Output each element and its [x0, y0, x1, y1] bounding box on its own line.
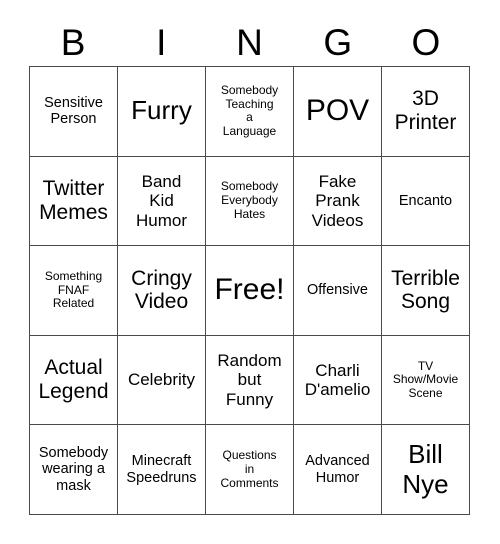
bingo-cell-label: Encanto — [398, 192, 453, 209]
bingo-cell-label: Somebody wearing a mask — [38, 444, 109, 494]
bingo-cell-r3c2[interactable]: Cringy Video — [118, 246, 206, 336]
bingo-cell-label: 3D Printer — [394, 87, 457, 135]
bingo-cell-label: Random but Funny — [217, 351, 282, 409]
bingo-cell-label: Charli D'amelio — [304, 360, 371, 400]
bingo-cell-label: Minecraft Speedruns — [126, 453, 197, 486]
bingo-cell-label: Offensive — [307, 282, 368, 299]
bingo-cell-label: Twitter Memes — [39, 176, 108, 224]
bingo-cell-label: TV Show/Movie Scene — [392, 358, 459, 400]
bingo-cell-label: Advanced Humor — [305, 453, 370, 486]
bingo-cell-r2c4[interactable]: Fake Prank Videos — [294, 156, 382, 247]
bingo-cell-free-space[interactable]: Free! — [206, 246, 294, 336]
bingo-cell-label: Something FNAF Related — [44, 268, 103, 311]
bingo-header-letter-g: G — [323, 21, 353, 63]
bingo-cell-r4c1[interactable]: Actual Legend — [30, 335, 118, 426]
bingo-cell-label: POV — [305, 94, 370, 128]
bingo-cell-r2c3[interactable]: Somebody Everybody Hates — [206, 156, 294, 247]
bingo-cell-r5c3[interactable]: Questions in Comments — [206, 425, 294, 515]
bingo-header-letter-n: N — [236, 21, 263, 63]
bingo-cell-r2c1[interactable]: Twitter Memes — [30, 156, 118, 247]
bingo-cell-label: Somebody Everybody Hates — [220, 179, 279, 221]
bingo-cell-r1c4[interactable]: POV — [294, 67, 382, 157]
bingo-cell-label: Celebrity — [127, 370, 196, 390]
bingo-cell-r2c2[interactable]: Band Kid Humor — [118, 156, 206, 247]
bingo-cell-r3c5[interactable]: Terrible Song — [382, 246, 470, 336]
bingo-cell-r3c4[interactable]: Offensive — [294, 246, 382, 336]
bingo-header: B I N G O — [29, 18, 470, 66]
bingo-cell-label: Questions in Comments — [220, 448, 279, 490]
bingo-cell-r5c5[interactable]: Bill Nye — [382, 425, 470, 515]
bingo-header-letter-i: I — [156, 21, 167, 63]
bingo-cell-label: Actual Legend — [38, 356, 109, 404]
bingo-cell-label: Free! — [214, 273, 285, 307]
bingo-cell-label: Fake Prank Videos — [311, 171, 364, 230]
bingo-cell-r5c2[interactable]: Minecraft Speedruns — [118, 425, 206, 515]
bingo-cell-r4c5[interactable]: TV Show/Movie Scene — [382, 335, 470, 426]
bingo-cell-r1c2[interactable]: Furry — [118, 67, 206, 157]
bingo-cell-label: Terrible Song — [391, 266, 460, 314]
bingo-cell-r2c5[interactable]: Encanto — [382, 156, 470, 247]
bingo-cell-label: Cringy Video — [131, 266, 192, 314]
bingo-cell-label: Band Kid Humor — [135, 171, 187, 230]
bingo-cell-r5c1[interactable]: Somebody wearing a mask — [30, 425, 118, 515]
bingo-card: B I N G O Sensitive Person Furry Somebod… — [0, 0, 500, 544]
bingo-cell-r1c1[interactable]: Sensitive Person — [30, 67, 118, 157]
bingo-cell-r1c3[interactable]: Somebody Teaching a Language — [206, 67, 294, 157]
bingo-header-letter-o: O — [411, 21, 441, 63]
bingo-cell-label: Somebody Teaching a Language — [220, 82, 279, 138]
bingo-cell-r5c4[interactable]: Advanced Humor — [294, 425, 382, 515]
bingo-cell-label: Furry — [131, 95, 192, 126]
bingo-cell-r1c5[interactable]: 3D Printer — [382, 67, 470, 157]
bingo-cell-r4c2[interactable]: Celebrity — [118, 335, 206, 426]
bingo-grid: Sensitive Person Furry Somebody Teaching… — [29, 66, 470, 515]
bingo-cell-label: Bill Nye — [402, 439, 449, 499]
bingo-cell-label: Sensitive Person — [44, 94, 103, 128]
bingo-header-letter-b: B — [60, 21, 86, 63]
bingo-cell-r3c1[interactable]: Something FNAF Related — [30, 246, 118, 336]
bingo-cell-r4c3[interactable]: Random but Funny — [206, 335, 294, 426]
bingo-cell-r4c4[interactable]: Charli D'amelio — [294, 335, 382, 426]
